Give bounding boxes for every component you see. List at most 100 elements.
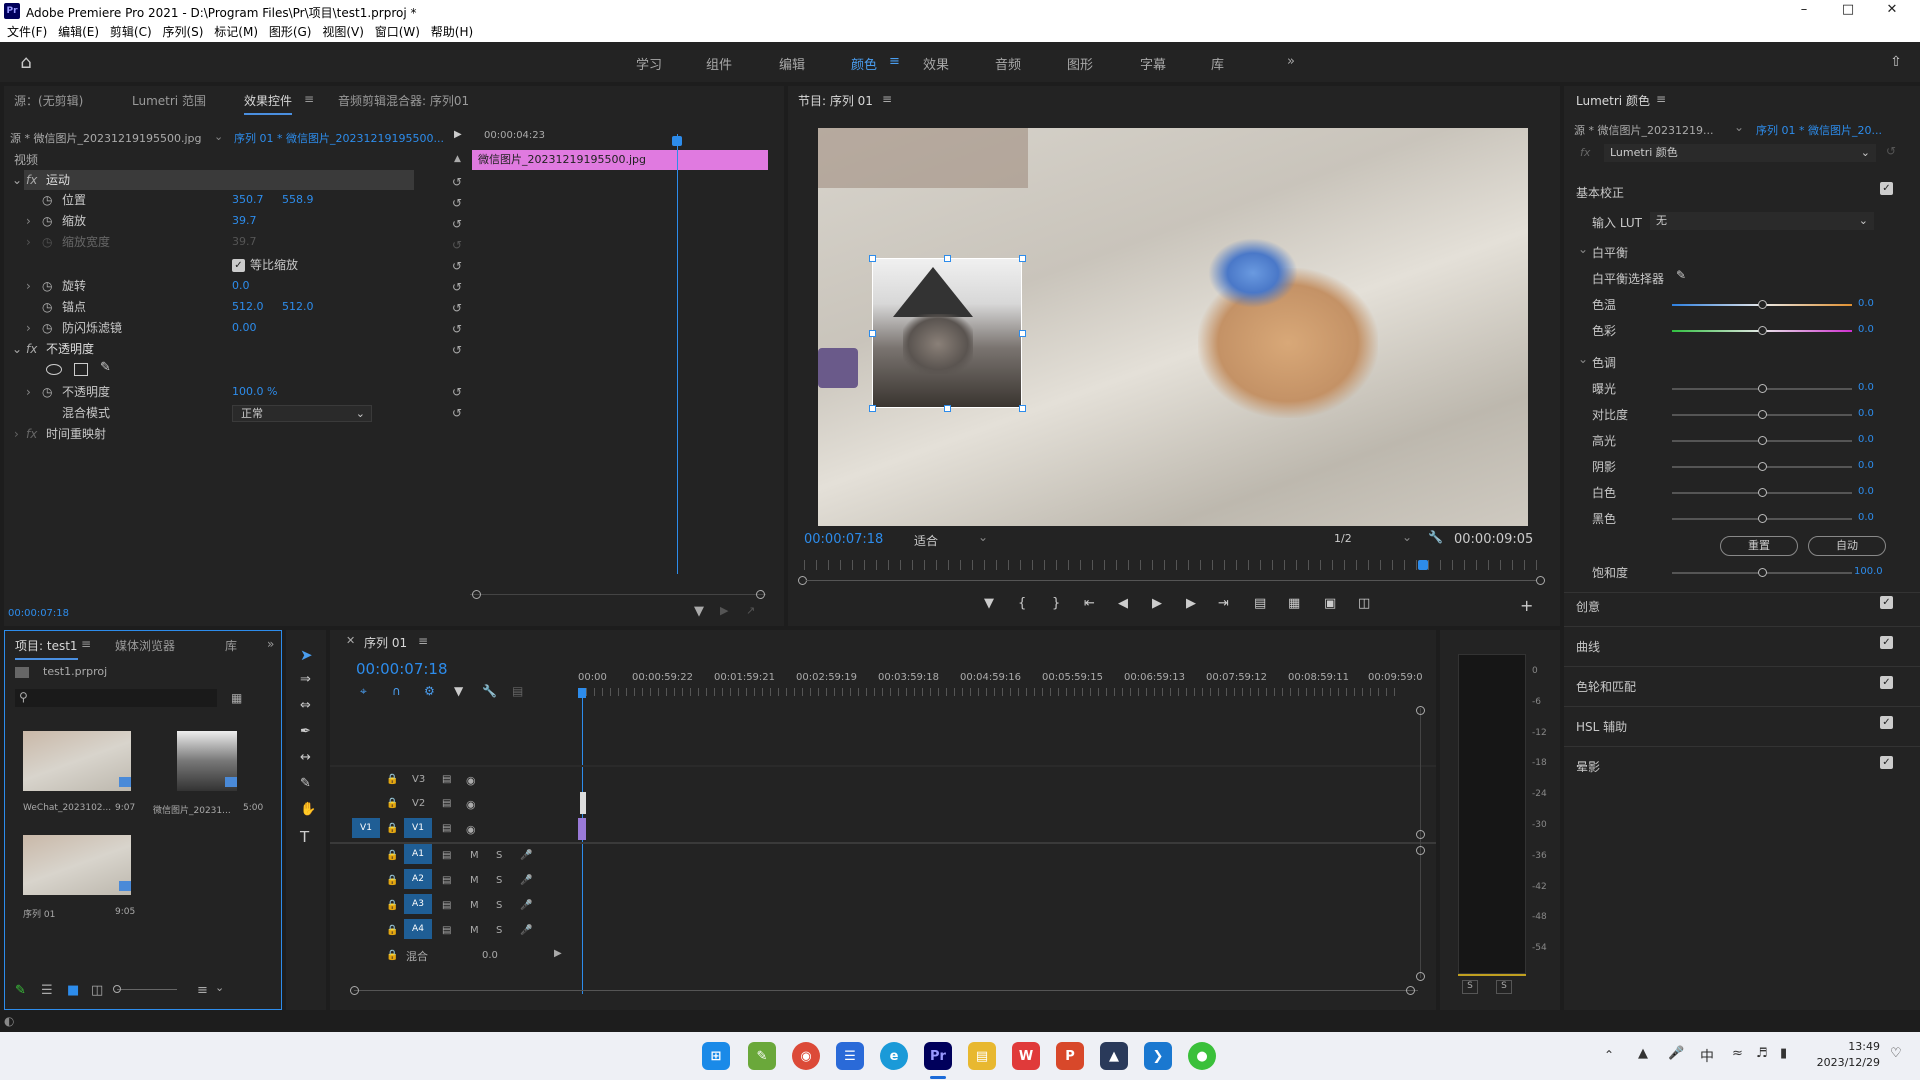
play-icon[interactable]: ▶ (1152, 596, 1162, 611)
creative-section[interactable]: 创意 (1576, 598, 1600, 615)
extract-icon[interactable]: ▦ (1288, 596, 1300, 611)
tray-expand-icon[interactable]: ⌃ (1604, 1048, 1614, 1062)
scroll-handle-right[interactable] (756, 590, 765, 599)
eyedropper-icon[interactable]: ✎ (1676, 268, 1686, 282)
hsl-checkbox[interactable]: ✓ (1880, 716, 1893, 729)
media-thumb[interactable] (23, 731, 131, 791)
motion-expand-icon[interactable]: ⌄ (12, 170, 22, 190)
ime-indicator[interactable]: 中 (1700, 1046, 1714, 1066)
timeline-ruler[interactable]: 00:00 00:00:59:22 00:01:59:21 00:02:59:1… (578, 672, 1423, 702)
tab-media-browser[interactable]: 媒体浏览器 (115, 637, 175, 654)
mix-value[interactable]: 0.0 (482, 950, 498, 961)
auto-button[interactable]: 自动 (1808, 536, 1886, 556)
solo-button[interactable]: S (496, 850, 502, 861)
notification-bell-icon[interactable]: ♡ (1890, 1046, 1902, 1061)
slider-knob[interactable] (1758, 436, 1767, 445)
scale-expand-icon[interactable]: › (26, 211, 31, 231)
ws-color[interactable]: 颜色 (851, 54, 877, 73)
ws-graphics[interactable]: 图形 (1067, 54, 1093, 73)
new-bin-icon[interactable]: ▦ (231, 691, 242, 705)
menu-clip[interactable]: 剪辑(C) (110, 22, 152, 42)
reset-icon[interactable]: ↺ (452, 256, 462, 277)
input-lut-select[interactable]: 无 ⌄ (1650, 212, 1874, 230)
share-icon[interactable]: ⇧ (1886, 52, 1906, 72)
tab-menu-icon[interactable]: ≡ (304, 92, 314, 106)
hsl-section[interactable]: HSL 辅助 (1576, 718, 1627, 735)
anchor-x[interactable]: 512.0 (232, 297, 264, 317)
opacity-value[interactable]: 100.0 % (232, 382, 277, 402)
blacks-slider[interactable] (1672, 514, 1852, 523)
motion-row[interactable] (24, 170, 414, 190)
menu-file[interactable]: 文件(F) (7, 22, 47, 42)
list-view-icon[interactable]: ☰ (41, 983, 53, 998)
lock-icon[interactable]: 🔒 (386, 823, 398, 834)
exposure-value[interactable]: 0.0 (1858, 382, 1874, 393)
ws-libraries[interactable]: 库 (1211, 54, 1224, 73)
wifi-icon[interactable]: ≈ (1732, 1046, 1743, 1061)
linked-selection-icon[interactable]: ⚙ (424, 684, 435, 698)
transform-handle[interactable] (869, 330, 876, 337)
tab-lumetri-scopes[interactable]: Lumetri 范围 (132, 92, 206, 109)
reset-icon[interactable]: ↺ (452, 277, 462, 298)
solo-button[interactable]: S (496, 875, 502, 886)
vignette-section[interactable]: 晕影 (1576, 758, 1600, 775)
exposure-slider[interactable] (1672, 384, 1852, 393)
notepad-app-icon[interactable]: ✎ (748, 1042, 776, 1070)
effect-playhead-handle[interactable] (672, 136, 682, 146)
compare-icon[interactable]: ◫ (1358, 596, 1370, 611)
ws-audio[interactable]: 音频 (995, 54, 1021, 73)
transform-handle[interactable] (944, 255, 951, 262)
temp-knob[interactable] (1758, 300, 1767, 309)
uniform-scale-checkbox[interactable]: ✓ (232, 259, 245, 272)
track-label-a2[interactable]: A2 (404, 869, 432, 889)
zoom-slider[interactable] (117, 989, 177, 990)
vscode-icon[interactable]: ❯ (1144, 1042, 1172, 1070)
close-button[interactable]: ✕ (1870, 2, 1914, 20)
file-explorer-icon[interactable]: ▤ (968, 1042, 996, 1070)
solo-button[interactable]: S (496, 925, 502, 936)
mark-out-icon[interactable]: } (1052, 596, 1060, 611)
project-search-input[interactable] (15, 689, 217, 707)
wps-icon[interactable]: W (1012, 1042, 1040, 1070)
solo-button[interactable]: S (496, 900, 502, 911)
slider-knob[interactable] (1758, 568, 1767, 577)
rotation-value[interactable]: 0.0 (232, 276, 250, 296)
mark-in-icon[interactable]: { (1018, 596, 1026, 611)
timeline-hscroll[interactable] (354, 990, 1418, 991)
tab-overflow-icon[interactable]: » (267, 637, 274, 651)
settings-wrench-icon[interactable]: 🔧 (482, 684, 497, 698)
temp-value[interactable]: 0.0 (1858, 298, 1874, 309)
program-playhead[interactable] (1418, 560, 1428, 570)
filter-icon[interactable]: ▼ (694, 604, 704, 619)
ws-color-menu-icon[interactable]: ≡ (889, 54, 900, 69)
lift-icon[interactable]: ▤ (1254, 596, 1266, 611)
scale-value[interactable]: 39.7 (232, 211, 257, 231)
contrast-value[interactable]: 0.0 (1858, 408, 1874, 419)
solo-right-button[interactable]: S (1496, 980, 1512, 994)
lock-icon[interactable]: 🔒 (386, 875, 398, 886)
add-button-icon[interactable]: + (1520, 596, 1533, 615)
notes-app-icon[interactable]: ☰ (836, 1042, 864, 1070)
slip-tool-icon[interactable]: ↔ (300, 750, 311, 765)
tab-audio-mixer[interactable]: 音频剪辑混合器: 序列01 (338, 92, 469, 109)
mic-icon[interactable]: 🎤 (520, 925, 532, 936)
mix-end-icon[interactable]: ▶ (554, 948, 562, 959)
sort-icon[interactable]: ≡ (197, 983, 208, 998)
whites-value[interactable]: 0.0 (1858, 486, 1874, 497)
type-tool-icon[interactable]: T (300, 828, 309, 846)
stopwatch-icon[interactable]: ◷ (42, 382, 52, 402)
opacity-value-expand-icon[interactable]: › (26, 382, 31, 402)
reset-icon[interactable]: ↺ (452, 403, 462, 424)
media-thumb[interactable] (23, 835, 131, 895)
anchor-y[interactable]: 512.0 (282, 297, 314, 317)
lock-icon[interactable]: 🔒 (386, 850, 398, 861)
lumetri-sequence[interactable]: 序列 01 * 微信图片_20... (1756, 122, 1882, 138)
reset-icon[interactable]: ↺ (452, 193, 462, 214)
fit-select[interactable]: 适合 (914, 532, 938, 549)
reset-icon[interactable]: ↺ (452, 382, 462, 403)
menu-edit[interactable]: 编辑(E) (58, 22, 99, 42)
zoom-handle-right[interactable] (1536, 576, 1545, 585)
stopwatch-icon[interactable]: ◷ (42, 297, 52, 317)
track-select-tool-icon[interactable]: ⇒ (300, 672, 311, 687)
play-audio-icon[interactable]: ▶ (720, 604, 728, 617)
